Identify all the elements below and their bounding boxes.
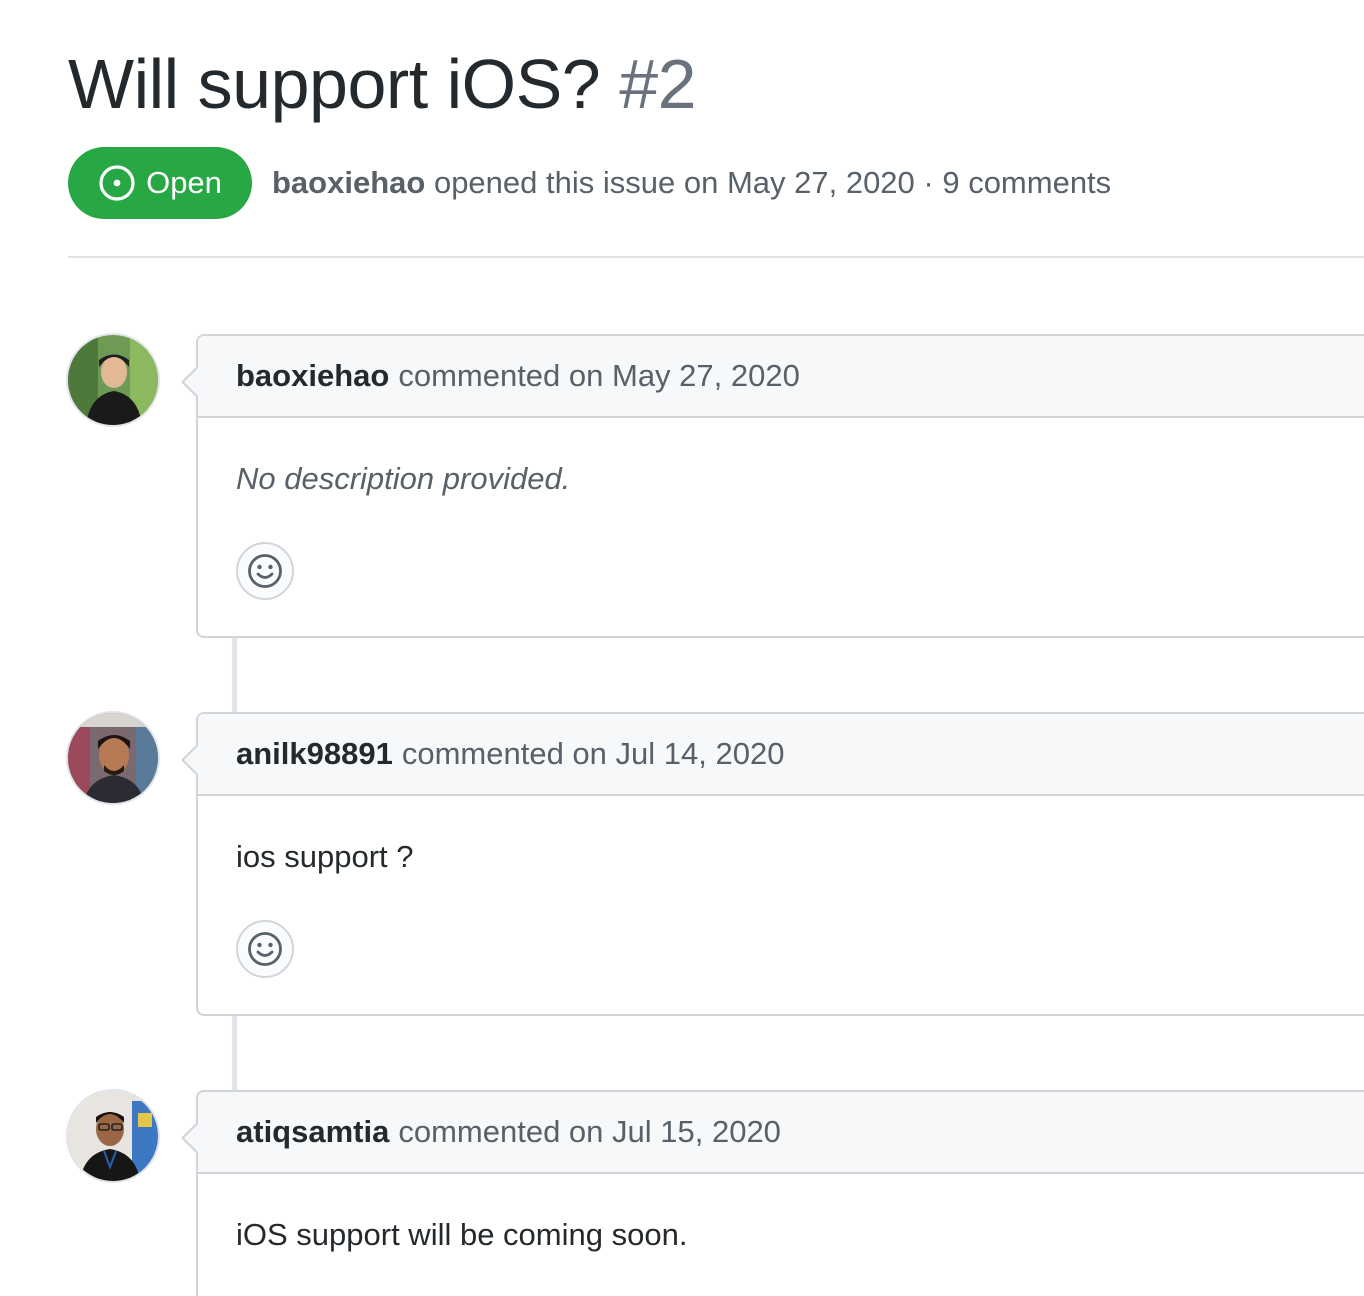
comment-pointer — [181, 1122, 198, 1154]
issue-number: #2 — [619, 45, 697, 123]
issue-opened-icon — [98, 164, 136, 202]
smiley-icon — [248, 554, 282, 588]
comment-timestamp[interactable]: commented on Jul 15, 2020 — [398, 1114, 781, 1150]
add-reaction-button[interactable] — [236, 542, 294, 600]
timeline-connector — [232, 1016, 237, 1092]
issue-title-text: Will support iOS? — [68, 45, 601, 123]
comment-body: ios support ? — [236, 839, 414, 874]
comment-author-link[interactable]: baoxiehao — [236, 358, 389, 394]
issue-meta: baoxiehao opened this issue on May 27, 2… — [272, 163, 1111, 203]
avatar-baoxiehao[interactable] — [66, 333, 160, 427]
avatar-anilk98891[interactable] — [66, 711, 160, 805]
issue-state-badge: Open — [68, 147, 252, 219]
comment-author-link[interactable]: atiqsamtia — [236, 1114, 389, 1150]
comment-body: iOS support will be coming soon. — [236, 1217, 688, 1252]
issue-page: Will support iOS? #2 Open baoxiehao open… — [0, 0, 1364, 1296]
issue-author-link[interactable]: baoxiehao — [272, 165, 425, 200]
comment-timestamp[interactable]: commented on May 27, 2020 — [398, 358, 800, 394]
avatar-atiqsamtia[interactable] — [66, 1089, 160, 1183]
comment-pointer — [181, 744, 198, 776]
comment-card: anilk98891 commented on Jul 14, 2020 ios… — [181, 712, 1364, 1016]
add-reaction-button[interactable] — [236, 920, 294, 978]
comment-card: atiqsamtia commented on Jul 15, 2020 iOS… — [181, 1090, 1364, 1296]
issue-title: Will support iOS? #2 — [68, 42, 697, 126]
timeline-connector — [232, 638, 237, 714]
comment-author-link[interactable]: anilk98891 — [236, 736, 393, 772]
comment-body: No description provided. — [236, 461, 571, 496]
issue-meta-text: opened this issue on May 27, 2020 · 9 co… — [433, 165, 1112, 200]
comment-header: atiqsamtia commented on Jul 15, 2020 — [198, 1092, 1364, 1174]
comment-pointer — [181, 366, 198, 398]
smiley-icon — [248, 932, 282, 966]
comment-header: baoxiehao commented on May 27, 2020 — [198, 336, 1364, 418]
issue-state-label: Open — [146, 165, 222, 200]
comment-timestamp[interactable]: commented on Jul 14, 2020 — [402, 736, 785, 772]
comment-header: anilk98891 commented on Jul 14, 2020 — [198, 714, 1364, 796]
comment-card: baoxiehao commented on May 27, 2020 No d… — [181, 334, 1364, 638]
header-divider — [68, 256, 1364, 258]
